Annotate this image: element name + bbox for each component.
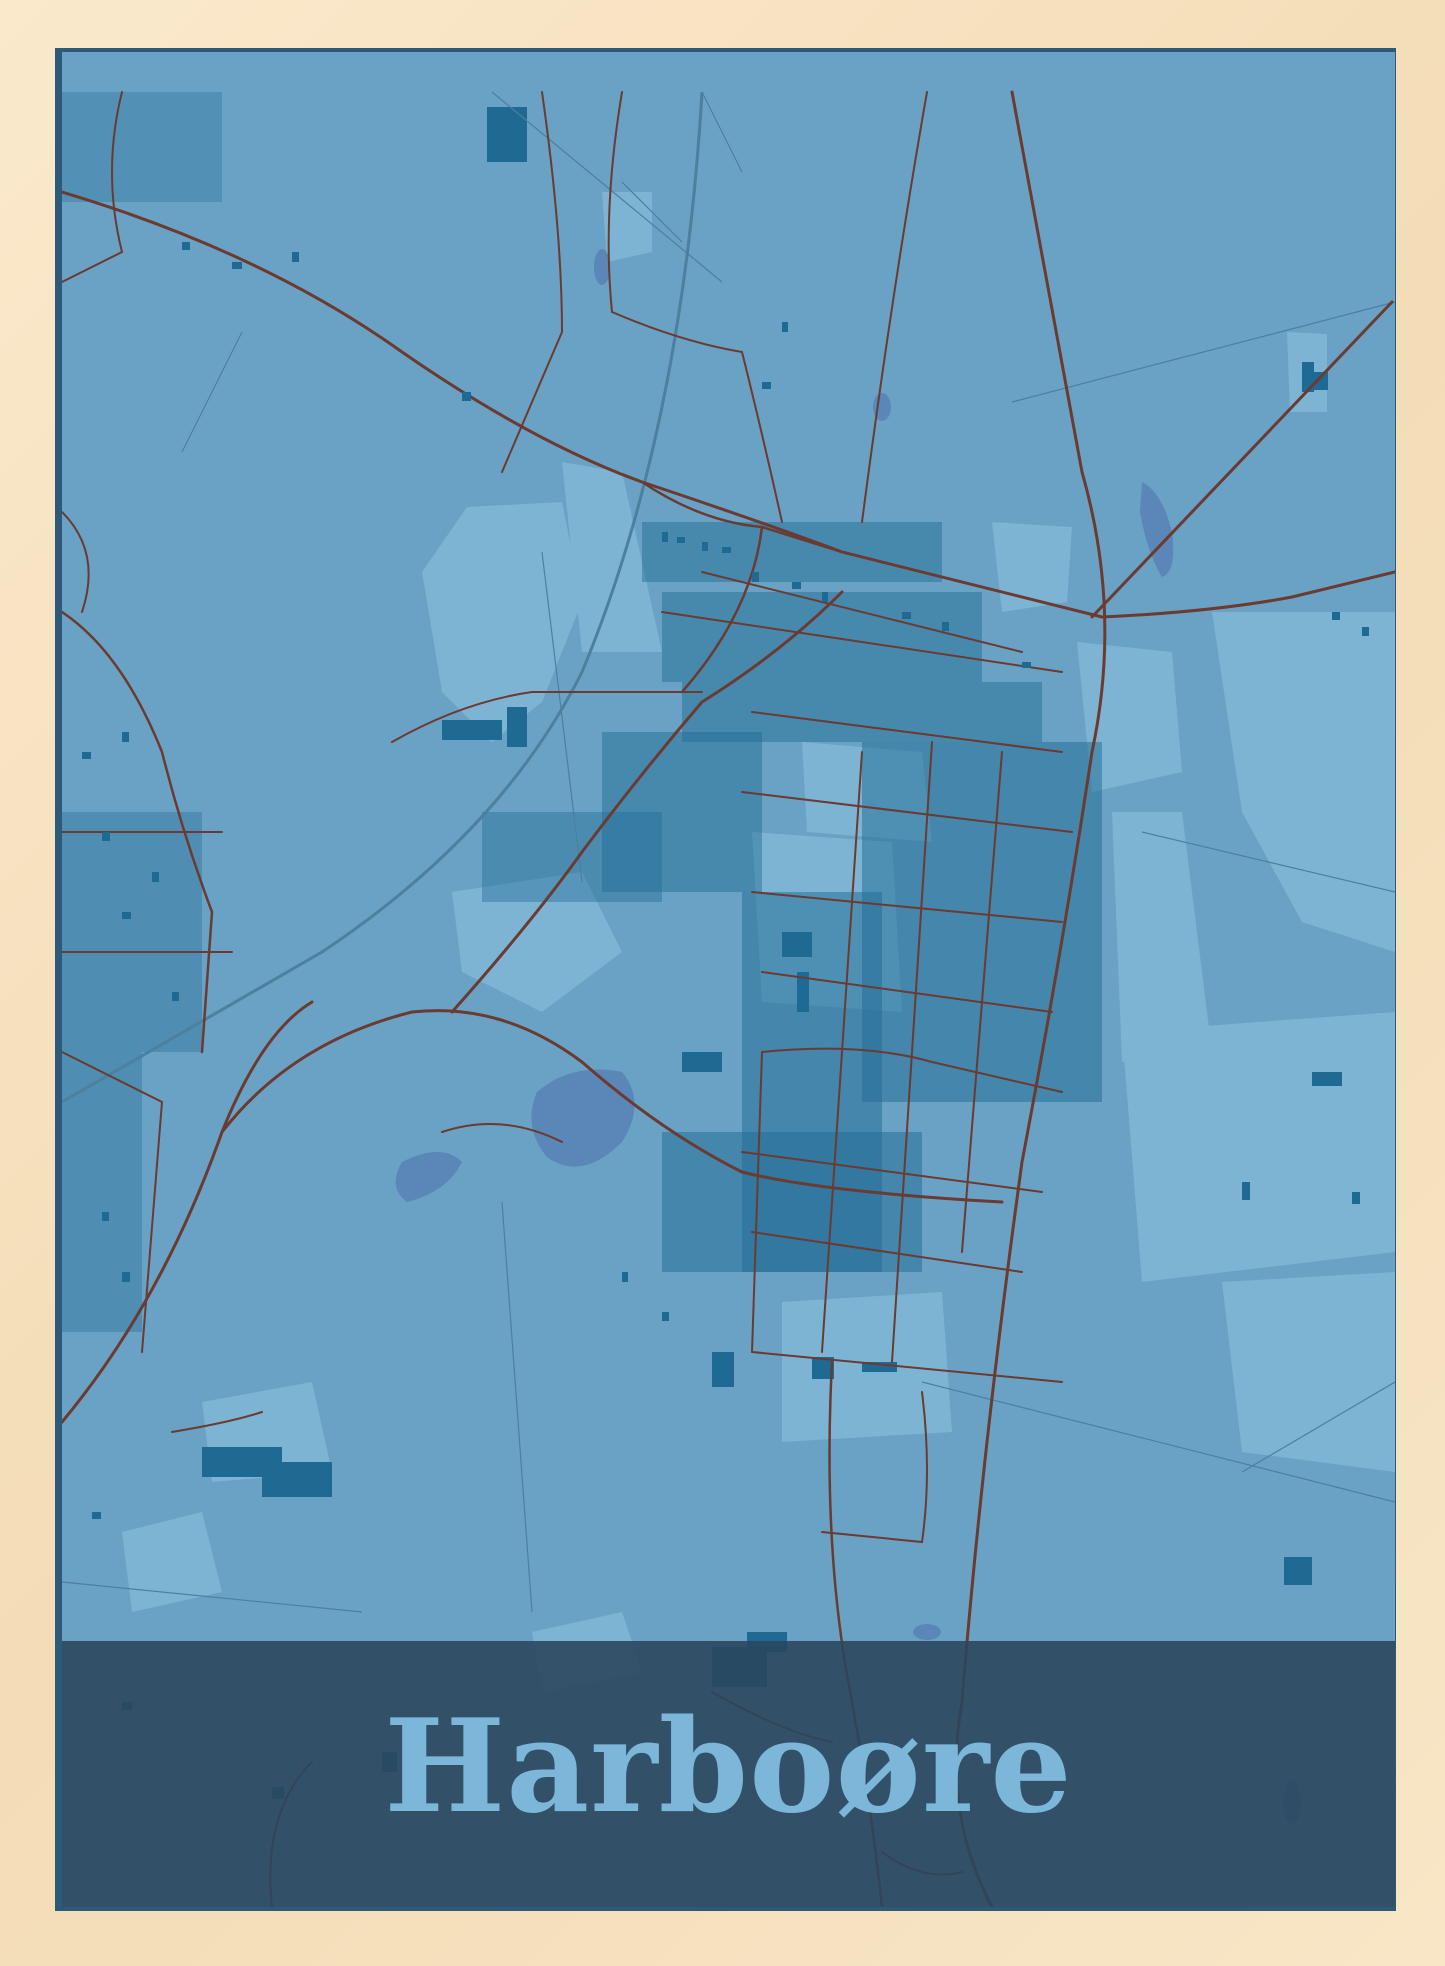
street-map xyxy=(62,90,1395,1907)
map-poster: Harboøre xyxy=(62,52,1395,1907)
city-title: Harboøre xyxy=(384,1692,1073,1842)
